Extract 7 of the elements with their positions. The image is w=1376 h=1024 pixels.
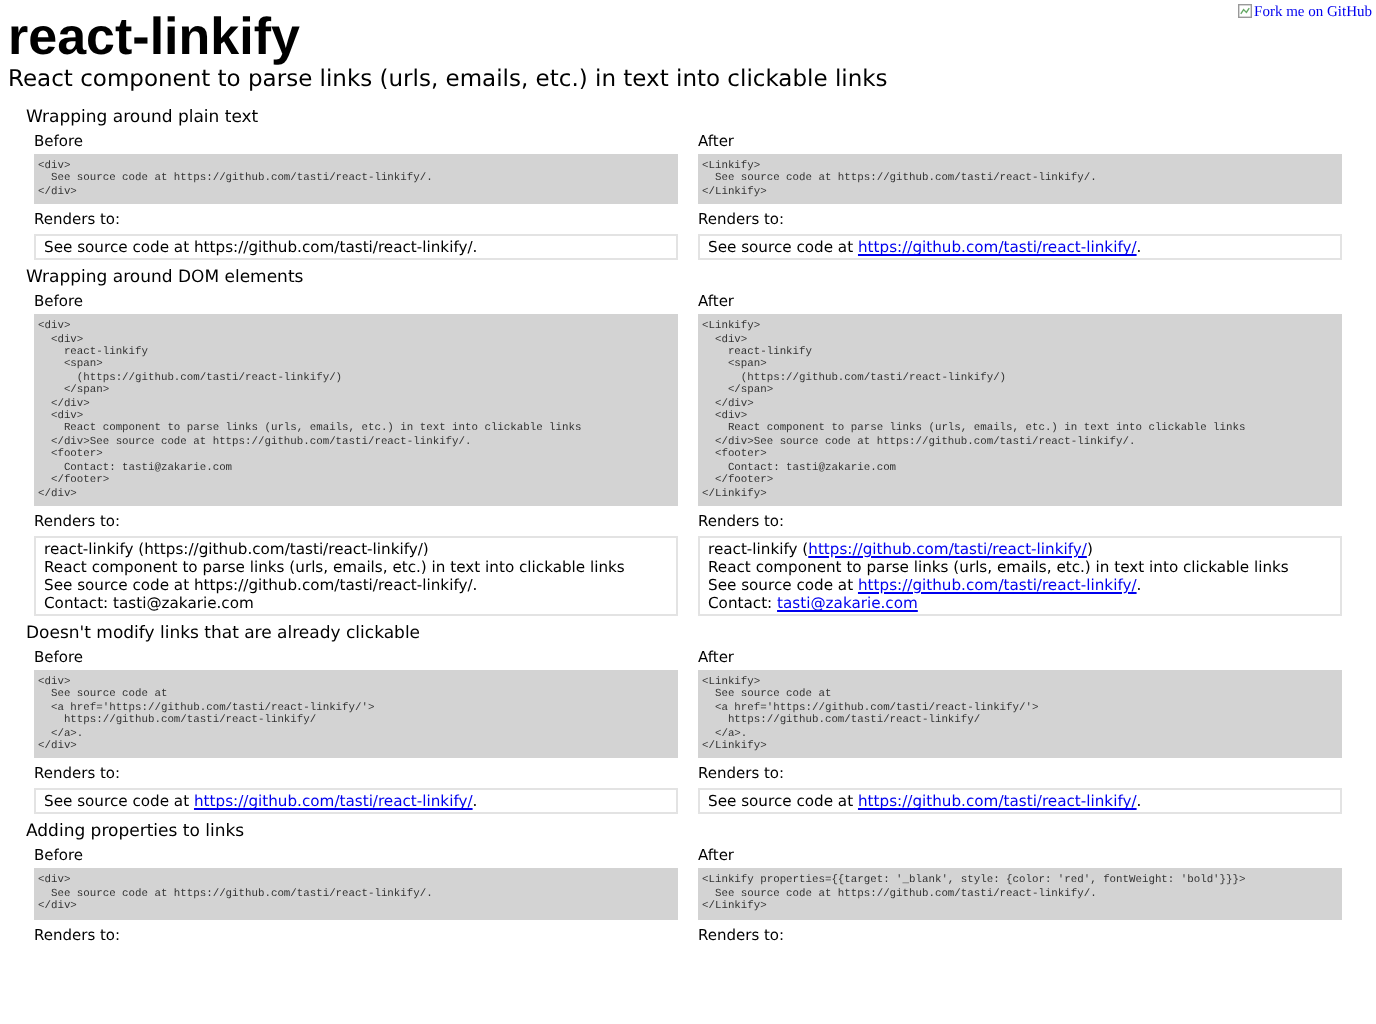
section-heading: Adding properties to links [26,822,247,843]
broken-image-icon [1238,4,1253,18]
section-heading: Wrapping around plain text [26,108,261,128]
page-title: react-linkify [8,8,300,64]
section-heading: Wrapping around DOM elements [26,268,306,289]
section-heading: Doesn't modify links that are already clickable [26,623,423,644]
page-subtitle: React component to parse links (urls, emails, etc.) in text into clickable links [8,64,890,92]
